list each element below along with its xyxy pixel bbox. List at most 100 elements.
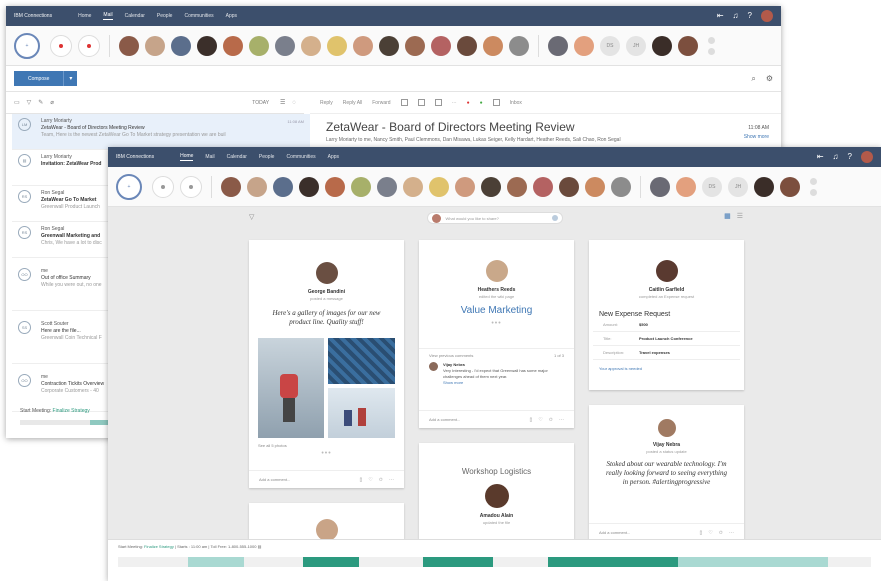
user-avatar[interactable] [761, 10, 773, 22]
calendar-icon[interactable]: ▤ [258, 544, 262, 549]
person-avatar[interactable] [325, 176, 345, 197]
flag-icon[interactable]: ● [467, 100, 470, 106]
like-icon[interactable]: ♡ [538, 417, 542, 423]
photo-gallery[interactable] [258, 338, 395, 438]
avatar[interactable] [655, 260, 678, 282]
add-comment-input[interactable]: Add a comment... [259, 477, 290, 482]
sort-label[interactable]: TODAY [252, 100, 269, 106]
initials-avatar[interactable]: JH [728, 176, 748, 197]
grid-view-icon[interactable]: ▦ [724, 212, 731, 220]
nav-apps[interactable]: Apps [226, 13, 237, 19]
like-icon[interactable]: ♡ [708, 530, 712, 536]
chevron-down-icon[interactable]: ▾ [63, 71, 77, 86]
person-avatar[interactable] [611, 176, 631, 197]
brand-label[interactable]: IBM Connections [116, 154, 154, 160]
initials-avatar[interactable]: DS [702, 176, 722, 197]
person-avatar[interactable] [275, 35, 295, 56]
timeline-block[interactable] [423, 557, 493, 567]
person-avatar[interactable] [780, 176, 800, 197]
person-avatar[interactable] [509, 35, 529, 56]
calendar-status-ring[interactable] [180, 175, 202, 198]
person-avatar[interactable] [379, 35, 399, 56]
meeting-link[interactable]: Finalize Strategy [144, 544, 174, 549]
author-name[interactable]: Heathers Reeds [419, 287, 574, 293]
avatar[interactable] [485, 260, 508, 282]
mail-status-ring[interactable] [50, 34, 72, 57]
more-icon[interactable]: ⋯ [559, 417, 564, 423]
nav-people[interactable]: People [157, 13, 173, 19]
person-avatar[interactable] [351, 176, 371, 197]
avatar[interactable] [315, 262, 338, 284]
nav-communities[interactable]: Communities [184, 13, 213, 19]
gear-icon[interactable]: ⚙ [766, 74, 773, 84]
bookmark-icon[interactable]: ▯ [700, 530, 703, 536]
calendar-icon[interactable] [434, 99, 442, 106]
add-comment-input[interactable]: Add a comment... [429, 417, 460, 422]
timeline-block[interactable] [303, 557, 359, 567]
show-more-link[interactable]: Show more [443, 380, 564, 386]
notifications-icon[interactable]: ♫ [833, 153, 839, 161]
person-avatar[interactable] [754, 176, 774, 197]
person-avatar[interactable] [507, 176, 527, 197]
tag-icon[interactable]: ● [480, 100, 483, 106]
person-avatar[interactable] [145, 35, 165, 56]
author-name[interactable]: Amadou Alain [419, 513, 574, 519]
user-avatar[interactable] [861, 151, 873, 163]
filter-icon[interactable]: ▽ [27, 99, 32, 106]
folder-icon[interactable]: ▭ [14, 99, 20, 106]
add-comment-input[interactable]: Add a comment... [599, 530, 630, 535]
star-icon[interactable]: ✩ [719, 530, 723, 536]
nav-mail[interactable]: Mail [205, 154, 214, 160]
author-name[interactable]: Vijay Nebra [589, 442, 744, 448]
my-avatar-ring[interactable]: + [14, 32, 40, 59]
person-avatar[interactable] [455, 176, 475, 197]
stream-card[interactable]: Heathers Reeds edited the wiki page Valu… [419, 240, 574, 428]
person-avatar[interactable] [652, 35, 672, 56]
person-avatar[interactable] [559, 176, 579, 197]
person-avatar[interactable] [197, 35, 217, 56]
forward-button[interactable]: Forward [372, 100, 390, 106]
share-input[interactable]: What would you like to share? [426, 212, 563, 224]
my-avatar-ring[interactable]: + [116, 173, 142, 200]
view-previous-link[interactable]: View previous comments [429, 353, 473, 358]
stream-card[interactable]: Vijay Nebra posted a status update Stoke… [589, 405, 744, 541]
brand-label[interactable]: IBM Connections [14, 13, 52, 19]
person-avatar[interactable] [377, 176, 397, 197]
list-item[interactable]: LM Larry Moriarty ZetaWear - Board of Di… [12, 114, 310, 150]
person-avatar[interactable] [481, 176, 501, 197]
delete-icon[interactable] [417, 99, 425, 106]
star-icon[interactable]: ✩ [549, 417, 553, 423]
person-avatar[interactable] [353, 35, 373, 56]
notifications-icon[interactable]: ♫ [733, 12, 739, 20]
person-avatar[interactable] [548, 35, 568, 56]
mail-status-ring[interactable] [152, 175, 174, 198]
more-icon[interactable]: ⋯ [389, 477, 394, 483]
reply-button[interactable]: Reply [320, 100, 333, 106]
compose-button[interactable]: Compose ▾ [14, 71, 78, 86]
person-avatar[interactable] [431, 35, 451, 56]
see-all-photos-link[interactable]: See all 5 photos [258, 443, 287, 448]
search-icon[interactable] [551, 215, 558, 221]
person-avatar[interactable] [301, 35, 321, 56]
bookmark-icon[interactable]: ▯ [530, 417, 533, 423]
avatar[interactable] [657, 419, 676, 437]
person-avatar[interactable] [533, 176, 553, 197]
commenter-name[interactable]: Vijay Nebra [443, 362, 465, 367]
author-name[interactable]: Caitlin Garfield [589, 287, 744, 293]
reply-all-button[interactable]: Reply All [343, 100, 362, 106]
move-icon[interactable] [492, 99, 500, 106]
person-avatar[interactable] [221, 176, 241, 197]
inbox-label[interactable]: Inbox [510, 100, 522, 106]
sort-icon[interactable]: ☰ [280, 99, 285, 106]
timeline-block[interactable] [188, 557, 244, 567]
initials-avatar[interactable]: DS [600, 35, 620, 56]
message-recipients[interactable]: Larry Moriarty to me, Nancy Smith, Paul … [326, 137, 621, 143]
nav-home[interactable]: Home [180, 153, 194, 161]
pagination-dots[interactable]: ••• [419, 320, 574, 327]
attachment-icon[interactable]: ⌀ [50, 99, 54, 106]
share-icon[interactable]: ⇤ [717, 12, 724, 20]
person-avatar[interactable] [405, 35, 425, 56]
person-avatar[interactable] [483, 35, 503, 56]
person-avatar[interactable] [457, 35, 477, 56]
person-avatar[interactable] [676, 176, 696, 197]
